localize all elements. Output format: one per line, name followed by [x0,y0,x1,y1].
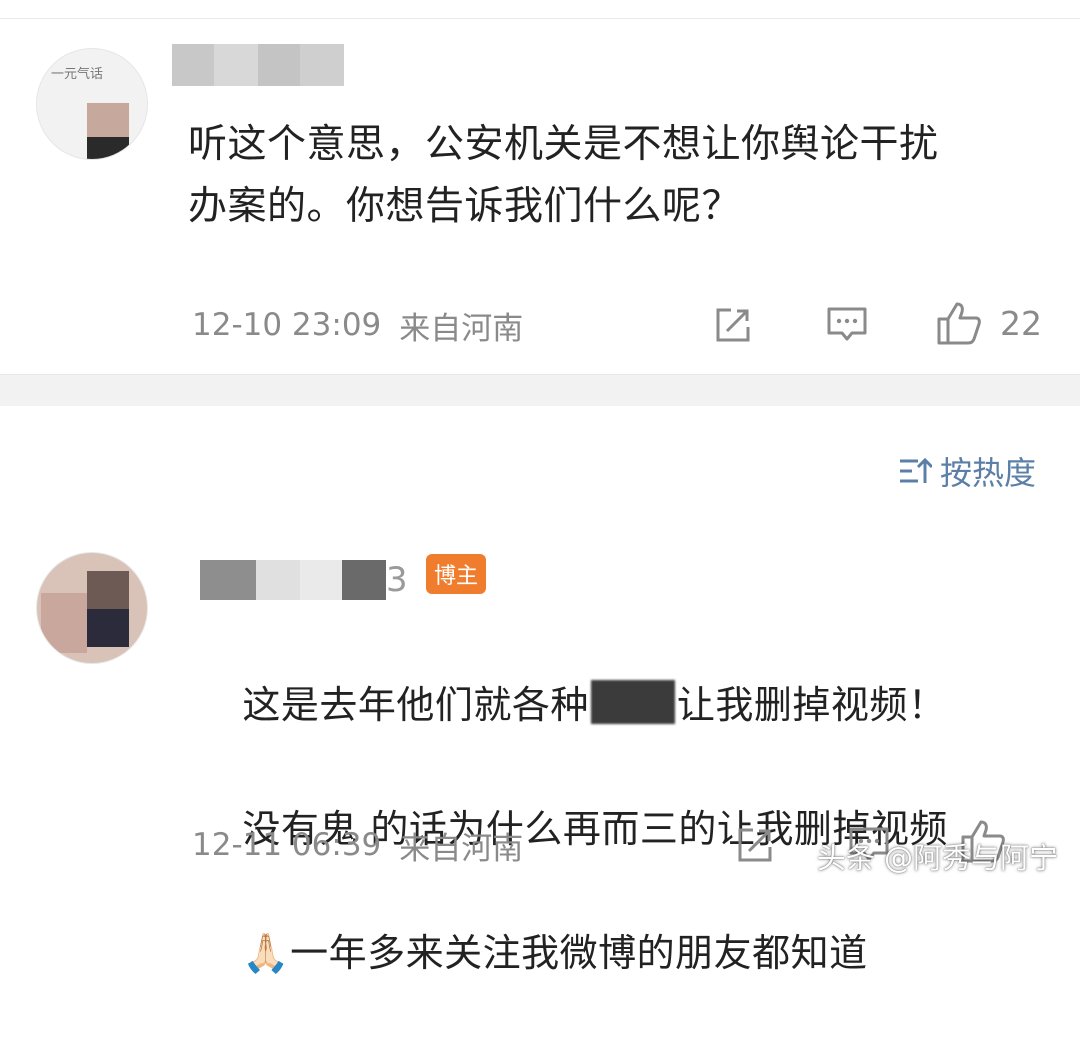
comment-time: 12-11 06:39 [192,827,381,863]
username-redacted[interactable]: 3 [200,560,410,600]
comment-text: 听这个意思，公安机关是不想让你舆论干扰 办案的。你想告诉我们什么呢？ [188,114,1058,238]
author-badge: 博主 [426,554,486,594]
comment-meta: 12-11 06:39 来自河南 [192,822,523,868]
share-button[interactable] [732,822,778,868]
avatar-mosaic [87,103,129,141]
praying-hands-emoji: 🙏🏻 [242,931,290,975]
comment-location: 来自河南 [399,303,523,348]
comment-time: 12-10 23:09 [192,307,381,343]
sort-by-hot-button[interactable]: 按热度 [898,448,1036,494]
comment-item: 一元气话 听这个意思，公安机关是不想让你舆论干扰 办案的。你想告诉我们什么呢？ … [0,18,1080,374]
share-icon [713,305,753,345]
redacted-text [591,680,675,724]
avatar-mosaic [87,609,129,647]
comment-icon [826,305,868,345]
comment-location: 来自河南 [399,823,523,868]
sort-label: 按热度 [940,448,1036,494]
watermark: 头条 @阿秀与阿宁 [817,835,1058,877]
username-redacted[interactable] [172,44,344,86]
like-icon [936,301,982,345]
avatar[interactable]: 一元气话 [36,48,148,160]
like-button[interactable]: 22 [936,300,1046,346]
avatar[interactable] [36,552,148,664]
avatar-text: 一元气话 [51,63,103,82]
avatar-mosaic [87,571,129,609]
sort-icon [898,456,932,486]
comment-text-line: 让我删掉视频！ [677,683,947,727]
comment-text-line: 这是去年他们就各种 [242,683,589,727]
avatar-mosaic [87,137,129,160]
comment-button[interactable] [824,302,870,348]
share-icon [735,825,775,865]
like-count: 22 [1000,304,1042,343]
avatar-mosaic [41,593,87,653]
section-divider [0,374,1080,406]
comment-meta: 12-10 23:09 来自河南 [192,302,523,348]
comment-text-line: 一年多来关注我微博的朋友都知道 [290,931,868,975]
share-button[interactable] [710,302,756,348]
